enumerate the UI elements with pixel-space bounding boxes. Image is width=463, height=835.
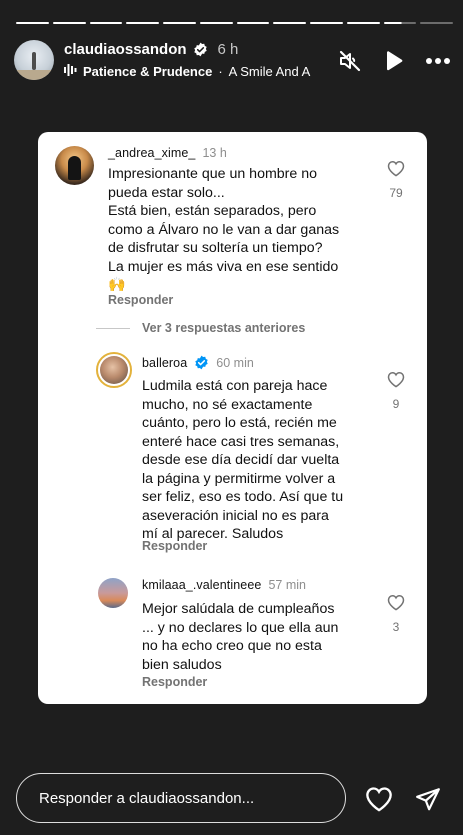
progress-segment — [310, 22, 343, 24]
story-reply-input[interactable]: Responder a claudiaossandon... — [16, 773, 346, 823]
progress-segment — [420, 22, 453, 24]
like-control[interactable]: 79 — [385, 160, 407, 200]
progress-segment — [52, 22, 86, 24]
play-icon[interactable] — [381, 48, 407, 74]
progress-segment — [236, 22, 270, 24]
comment-time: 60 min — [216, 355, 254, 370]
reply-button[interactable]: Responder — [142, 675, 207, 689]
comment-username[interactable]: balleroa — [142, 356, 187, 370]
send-icon[interactable] — [413, 784, 443, 814]
heart-icon[interactable] — [387, 160, 405, 181]
like-control[interactable]: 3 — [385, 594, 407, 634]
avatar[interactable] — [55, 146, 94, 185]
verified-icon — [194, 355, 209, 370]
reply-placeholder: Responder a claudiaossandon... — [39, 789, 255, 807]
story-progress — [16, 22, 453, 24]
music-separator: · — [218, 64, 223, 79]
like-count: 9 — [392, 397, 400, 411]
progress-segment — [199, 22, 233, 24]
reply-button[interactable]: Responder — [142, 539, 207, 553]
comment-time: 13 h — [202, 146, 227, 160]
heart-icon[interactable] — [387, 371, 405, 392]
progress-segment — [89, 22, 123, 24]
progress-segment — [126, 22, 159, 24]
more-icon[interactable] — [425, 48, 451, 74]
progress-segment — [383, 22, 417, 24]
avatar[interactable] — [98, 578, 128, 608]
verified-icon — [193, 42, 208, 57]
comment-header: _andrea_xime_ 13 h — [108, 146, 227, 160]
divider — [96, 327, 130, 329]
reply-button[interactable]: Responder — [108, 293, 173, 307]
comment-text: Impresionante que un hombre no pueda est… — [108, 166, 340, 293]
story-user-row: claudiaossandon 6 h — [64, 41, 238, 58]
comment-time: 57 min — [268, 578, 306, 592]
story-time: 6 h — [217, 41, 239, 58]
comment-text: Mejor salúdala de cumpleaños ... y no de… — [142, 601, 339, 673]
view-previous-replies-label: Ver 3 respuestas anteriores — [142, 321, 306, 335]
avatar[interactable] — [96, 352, 132, 388]
music-row[interactable]: Patience & Prudence · A Smile And A — [64, 64, 334, 79]
music-bars-icon — [64, 64, 77, 79]
like-control[interactable]: 9 — [385, 371, 407, 411]
music-artist: Patience & Prudence — [83, 64, 213, 79]
comment-username[interactable]: kmilaaa_.valentineee — [142, 578, 261, 592]
heart-icon[interactable] — [364, 784, 394, 814]
comment-text: Ludmila está con pareja hace mucho, no s… — [142, 378, 344, 542]
story-avatar[interactable] — [14, 40, 54, 80]
heart-icon[interactable] — [387, 594, 405, 615]
story-username[interactable]: claudiaossandon — [64, 41, 187, 58]
like-count: 79 — [389, 186, 403, 200]
progress-segment — [273, 22, 306, 24]
header-actions — [337, 48, 451, 74]
music-song: A Smile And A — [228, 64, 311, 79]
comment-card: _andrea_xime_ 13 h Impresionante que un … — [38, 132, 427, 704]
progress-segment — [16, 22, 49, 24]
comment-username[interactable]: _andrea_xime_ — [108, 146, 195, 160]
like-count: 3 — [392, 620, 400, 634]
story-header: claudiaossandon 6 h Patience & Prudence … — [14, 40, 451, 80]
comment-header: kmilaaa_.valentineee 57 min — [142, 578, 306, 592]
speaker-muted-icon[interactable] — [337, 48, 363, 74]
progress-segment — [163, 22, 196, 24]
progress-segment — [346, 22, 380, 24]
comment-header: balleroa 60 min — [142, 355, 254, 370]
view-previous-replies[interactable]: Ver 3 respuestas anteriores — [96, 321, 305, 335]
